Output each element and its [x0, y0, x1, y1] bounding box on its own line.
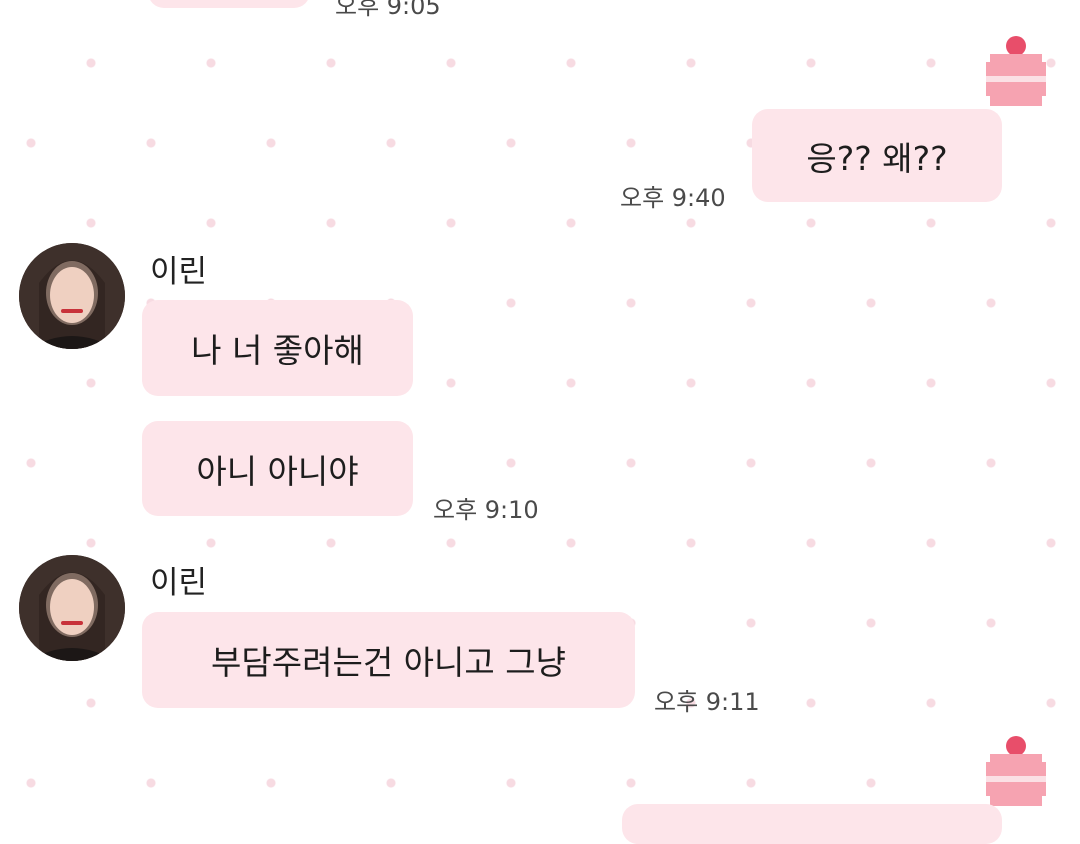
sender-name: 이린 — [150, 565, 208, 601]
message-bubble-partial[interactable] — [148, 0, 310, 8]
message-time: 오후 9:11 — [654, 688, 760, 716]
sender-name: 이린 — [150, 254, 208, 290]
avatar[interactable] — [19, 555, 125, 661]
cupcake-icon — [986, 36, 1046, 106]
message-time: 오후 9:10 — [433, 496, 539, 524]
received-message-bubble[interactable]: 아니 아니야 — [142, 421, 413, 516]
received-message-bubble[interactable]: 나 너 좋아해 — [142, 300, 413, 396]
avatar[interactable] — [19, 243, 125, 349]
sent-message-bubble[interactable]: 응?? 왜?? — [752, 109, 1002, 202]
cupcake-icon — [986, 736, 1046, 806]
message-time: 오후 9:40 — [620, 184, 726, 212]
received-message-bubble[interactable]: 부담주려는건 아니고 그냥 — [142, 612, 635, 708]
message-bubble-partial[interactable] — [622, 804, 1002, 844]
message-time: 오후 9:05 — [335, 0, 441, 20]
